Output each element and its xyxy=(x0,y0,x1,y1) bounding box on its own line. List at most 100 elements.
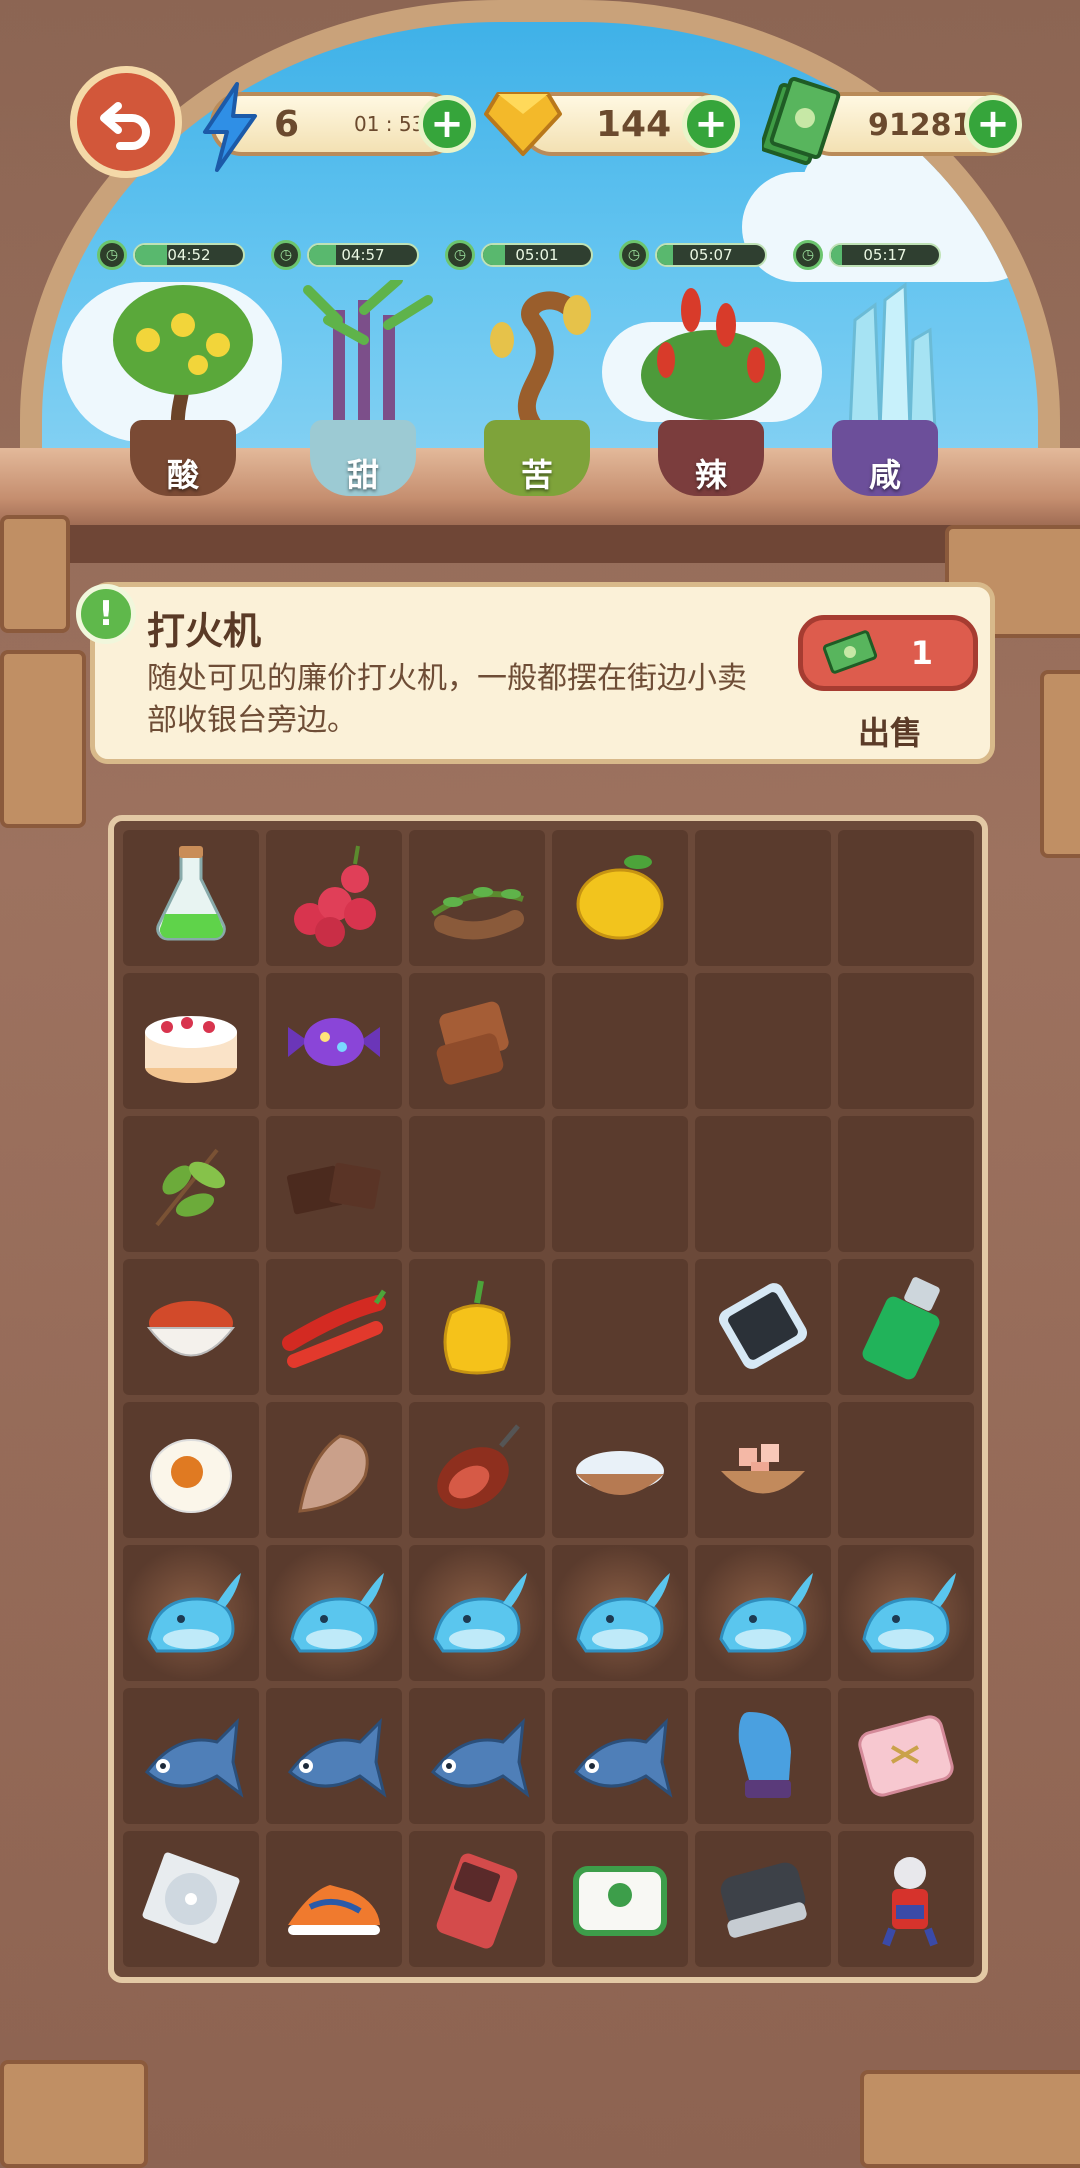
empty-cell[interactable] xyxy=(695,1116,831,1252)
blue-fish-icon xyxy=(287,1717,387,1798)
inventory-cell[interactable] xyxy=(838,1259,974,1395)
inventory-cell[interactable] xyxy=(123,830,259,966)
empty-cell[interactable] xyxy=(838,1116,974,1252)
empty-cell[interactable] xyxy=(552,1259,688,1395)
salt-bowl-icon xyxy=(576,1451,664,1495)
empty-cell[interactable] xyxy=(695,973,831,1109)
candy-icon xyxy=(288,1018,380,1066)
cake-icon xyxy=(145,1016,237,1083)
spicy-plant[interactable]: 辣 xyxy=(636,280,786,500)
inventory-cell[interactable] xyxy=(409,1259,545,1395)
inventory-cell[interactable] xyxy=(409,830,545,966)
inventory-cell[interactable] xyxy=(409,1402,545,1538)
clock-icon: ◷ xyxy=(793,240,823,270)
inventory-cell[interactable] xyxy=(266,1688,402,1824)
clock-icon: ◷ xyxy=(445,240,475,270)
inventory-cell[interactable] xyxy=(552,1402,688,1538)
back-button[interactable] xyxy=(70,66,182,178)
shelf xyxy=(55,525,1025,563)
plant-timer-text: 05:17 xyxy=(863,246,907,264)
exclamation-icon: ! xyxy=(76,584,136,644)
blue-whale-icon xyxy=(719,1573,813,1653)
inventory-cell[interactable] xyxy=(123,973,259,1109)
plant-timer-text: 05:07 xyxy=(689,246,733,264)
inventory-cell[interactable] xyxy=(552,1688,688,1824)
blue-fish-icon xyxy=(144,1717,244,1798)
inventory-cell[interactable] xyxy=(409,1545,545,1681)
sour-plant[interactable]: 酸 xyxy=(108,280,258,500)
inventory-cell[interactable] xyxy=(266,1545,402,1681)
empty-cell[interactable] xyxy=(695,830,831,966)
gameboy-icon xyxy=(436,1853,518,1949)
chili-peppers-icon xyxy=(282,1289,387,1368)
inventory-cell[interactable] xyxy=(695,1259,831,1395)
sell-price-button[interactable]: 1 xyxy=(798,615,978,691)
inventory-cell[interactable] xyxy=(266,830,402,966)
inventory-cell[interactable] xyxy=(838,1545,974,1681)
gems-add-button[interactable]: + xyxy=(682,95,740,153)
energy-value: 6 xyxy=(274,104,300,145)
crate-left-lower xyxy=(0,650,86,828)
salted-egg-icon xyxy=(150,1439,232,1513)
inventory-cell[interactable] xyxy=(552,830,688,966)
clock-icon: ◷ xyxy=(619,240,649,270)
inventory-cell[interactable] xyxy=(695,1402,831,1538)
inventory-cell[interactable] xyxy=(123,1402,259,1538)
chili-powder-icon xyxy=(146,1301,236,1357)
inventory-cell[interactable] xyxy=(266,1402,402,1538)
inventory-cell[interactable] xyxy=(123,1545,259,1681)
lighter-icon xyxy=(862,1277,940,1380)
hero-figure-icon xyxy=(882,1857,938,1947)
inventory-cell[interactable] xyxy=(838,1688,974,1824)
crate-bottom-right xyxy=(860,2070,1080,2168)
blue-whale-icon xyxy=(862,1573,956,1653)
crate-bottom-left xyxy=(0,2060,148,2168)
inventory-cell[interactable] xyxy=(552,1545,688,1681)
inventory-cell[interactable] xyxy=(266,1116,402,1252)
inventory-cell[interactable] xyxy=(123,1831,259,1967)
pink-wallet-icon xyxy=(858,1715,954,1797)
sneaker-icon xyxy=(288,1885,380,1935)
clock-icon: ◷ xyxy=(97,240,127,270)
inventory-cell[interactable] xyxy=(695,1688,831,1824)
empty-cell[interactable] xyxy=(838,1402,974,1538)
empty-cell[interactable] xyxy=(552,1116,688,1252)
inventory-cell[interactable] xyxy=(552,1831,688,1967)
item-description: 随处可见的廉价打火机，一般都摆在街边小卖部收银台旁边。 xyxy=(147,661,747,738)
empty-cell[interactable] xyxy=(838,830,974,966)
inventory-cell[interactable] xyxy=(695,1831,831,1967)
plant-label: 辣 xyxy=(694,456,727,494)
plant-timer: ◷ 04:57 xyxy=(271,240,421,270)
gems-value: 144 xyxy=(596,104,672,145)
sweet-plant[interactable]: 甜 xyxy=(288,280,438,500)
cd-icon xyxy=(142,1852,240,1944)
inventory-cell[interactable] xyxy=(838,1831,974,1967)
empty-cell[interactable] xyxy=(552,973,688,1109)
bitter-melon-vine-icon xyxy=(490,291,591,430)
inventory-cell[interactable] xyxy=(266,1259,402,1395)
sell-label[interactable]: 出售 xyxy=(858,708,922,754)
salty-plant[interactable]: 咸 xyxy=(810,280,960,500)
inventory-cell[interactable] xyxy=(123,1688,259,1824)
salt-crystal-icon xyxy=(848,282,937,430)
lightning-icon xyxy=(194,82,264,172)
empty-cell[interactable] xyxy=(838,973,974,1109)
inventory-cell[interactable] xyxy=(409,973,545,1109)
plant-timer: ◷ 04:52 xyxy=(97,240,247,270)
blue-whale-icon xyxy=(147,1573,241,1653)
inventory-cell[interactable] xyxy=(266,973,402,1109)
sugarcane-icon xyxy=(303,280,433,430)
bitter-plant[interactable]: 苦 xyxy=(462,280,612,500)
inventory-cell[interactable] xyxy=(409,1831,545,1967)
plant-label: 甜 xyxy=(346,456,379,494)
empty-cell[interactable] xyxy=(409,1116,545,1252)
cash-add-button[interactable]: + xyxy=(964,95,1022,153)
energy-add-button[interactable]: + xyxy=(418,95,476,153)
inventory-cell[interactable] xyxy=(123,1259,259,1395)
inventory-cell[interactable] xyxy=(695,1545,831,1681)
inventory-grid xyxy=(123,830,975,1970)
inventory-cell[interactable] xyxy=(266,1831,402,1967)
inventory-cell[interactable] xyxy=(409,1688,545,1824)
inventory-cell[interactable] xyxy=(123,1116,259,1252)
lychee-icon xyxy=(294,845,376,947)
